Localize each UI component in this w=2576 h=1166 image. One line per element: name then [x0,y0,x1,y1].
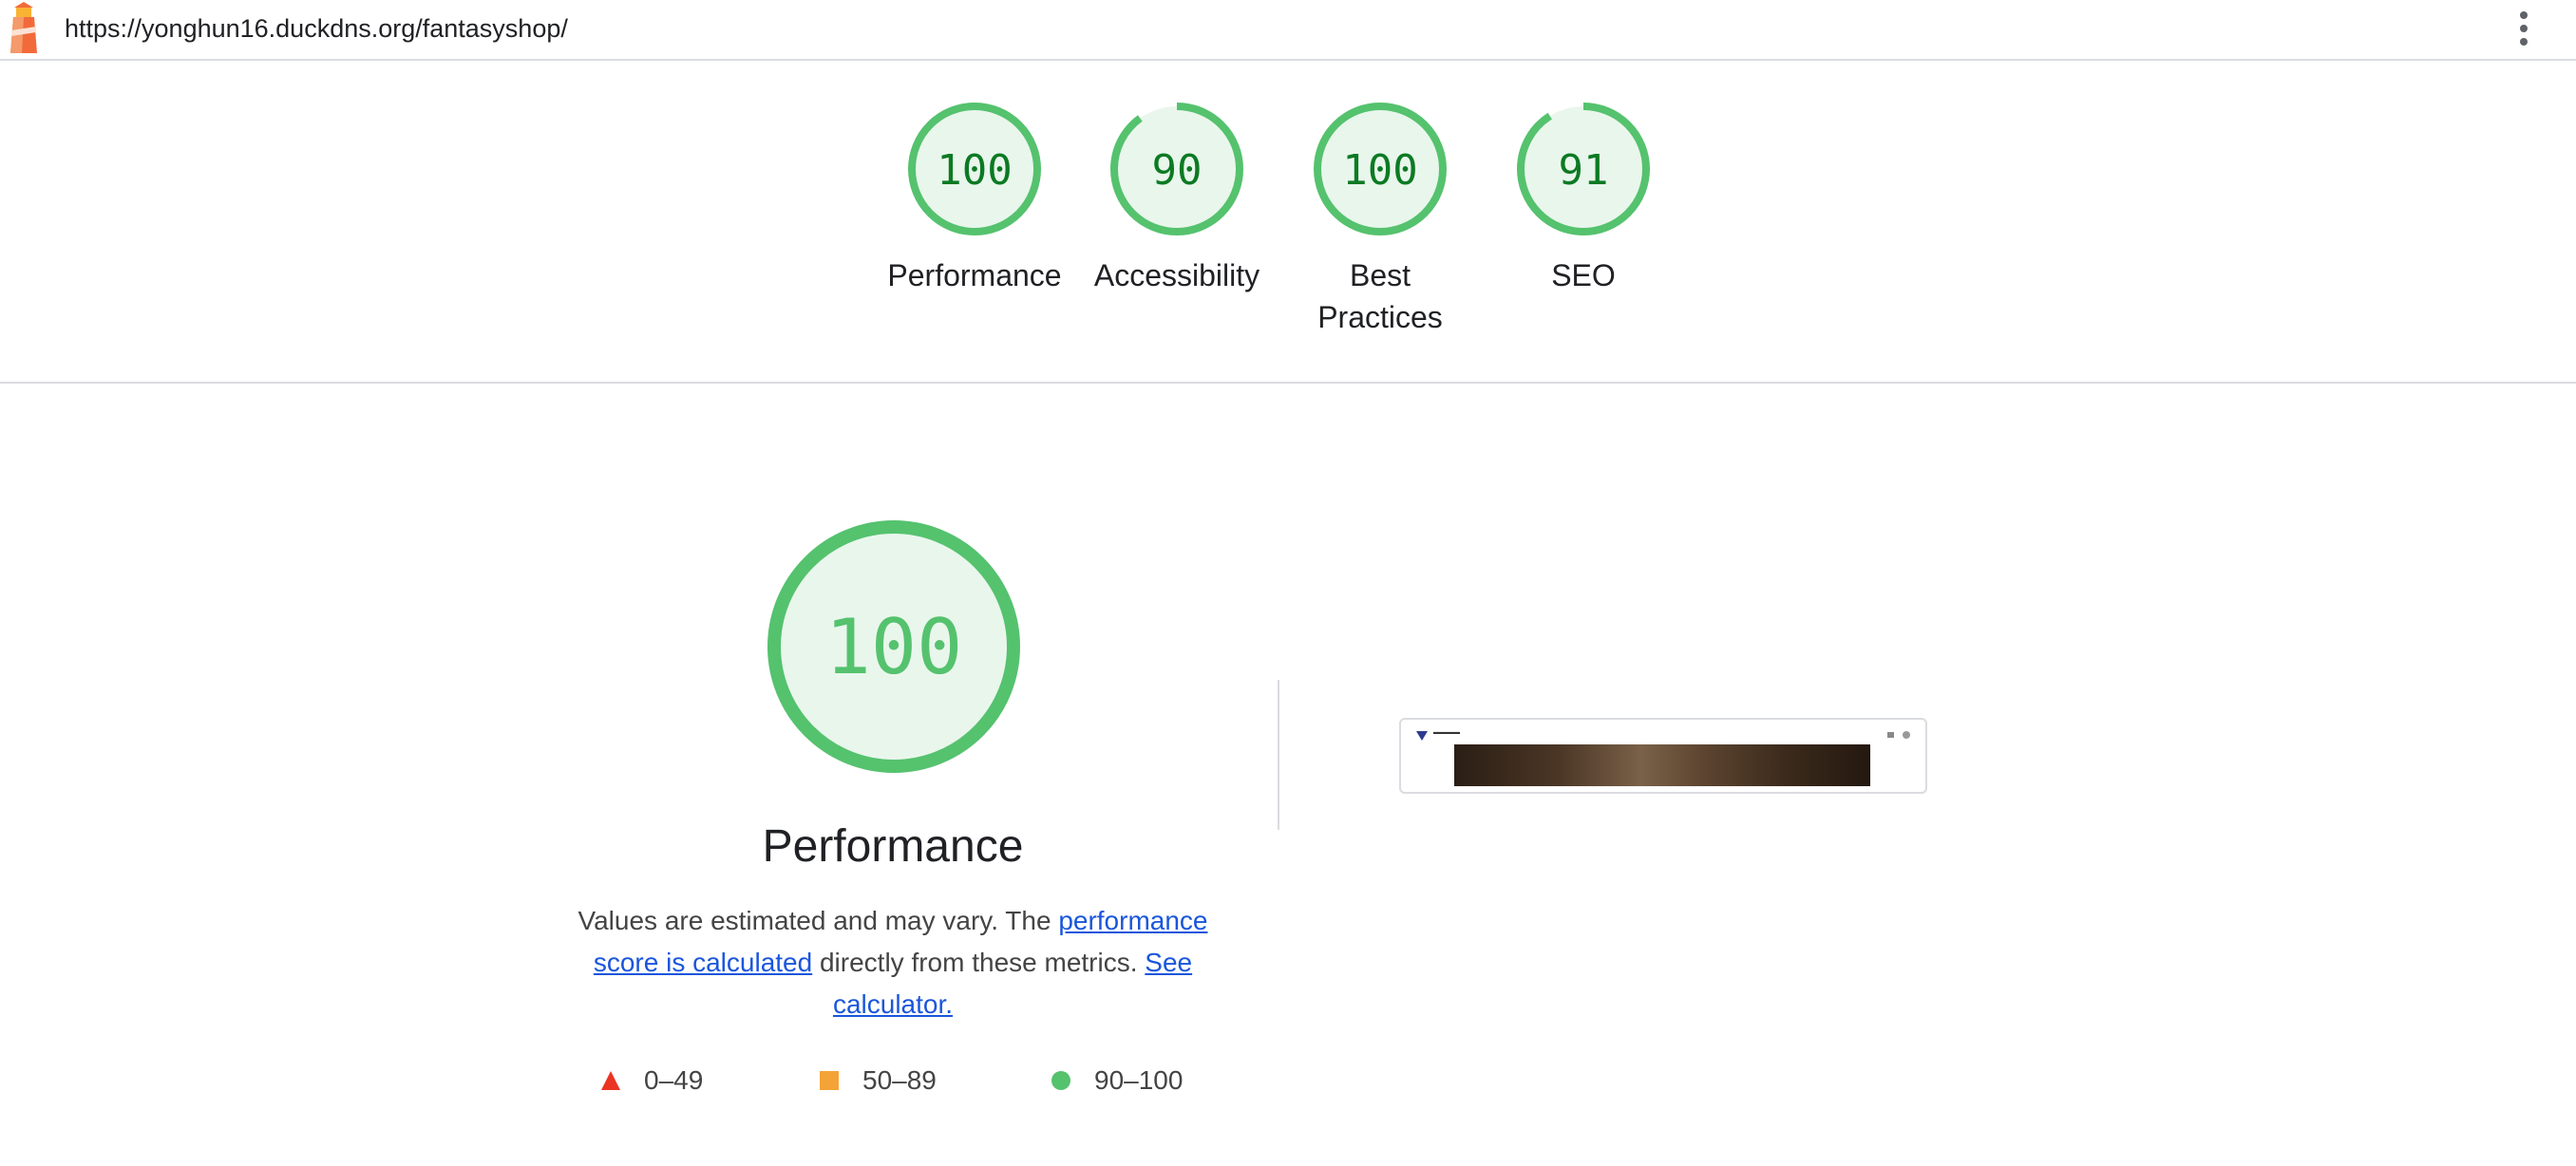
gauge-ring: 91 [1517,103,1650,235]
report-header: https://yonghun16.duckdns.org/fantasysho… [0,0,2576,61]
performance-gauge-large: 100 [767,520,1020,773]
legend-pass: 90–100 [1051,1062,1183,1100]
square-icon [820,1071,839,1090]
description-text: Values are estimated and may vary. The [578,906,1059,935]
gauge-label: SEO [1551,258,1616,292]
performance-description: Values are estimated and may vary. The p… [560,900,1225,1025]
gauge-label: Accessibility [1093,258,1260,292]
gauge-score: 90 [1152,146,1203,195]
section-divider [1278,680,1279,830]
gauge-performance[interactable]: 100 Performance [880,101,1070,296]
lighthouse-logo-icon [10,2,37,53]
legend-range: 0–49 [644,1065,704,1095]
gauge-best-practices[interactable]: 100 Best Practices [1285,101,1475,338]
legend-range: 90–100 [1094,1065,1184,1095]
gauge-ring: 100 [1314,103,1447,235]
performance-title: Performance [762,821,1024,872]
score-gauges: 100 Performance 90 Accessibility 100 Bes… [0,61,2576,384]
circle-icon [1051,1071,1070,1090]
page-url: https://yonghun16.duckdns.org/fantasysho… [65,14,568,43]
gauge-accessibility[interactable]: 90 Accessibility [1082,101,1272,296]
gauge-score: 100 [937,146,1012,195]
gauge-seo[interactable]: 91 SEO [1488,101,1678,296]
legend-range: 50–89 [862,1065,937,1095]
gauge-score: 91 [1559,146,1609,195]
legend-fail: 0–49 [600,1062,703,1100]
gauge-label: Best Practices [1317,258,1443,334]
gauge-score: 100 [1342,146,1417,195]
gauge-ring: 90 [1110,103,1243,235]
legend-average: 50–89 [819,1062,937,1100]
site-logo-icon [1416,731,1428,741]
more-options-icon[interactable] [2508,8,2540,49]
site-title-mini: ▬▬▬▬ [1433,729,1460,736]
gauge-label: Performance [887,258,1062,292]
gauge-ring: 100 [908,103,1041,235]
site-header-icons [1887,731,1910,739]
description-text: directly from these metrics. [812,948,1146,977]
page-screenshot-thumbnail[interactable]: ▬▬▬▬ [1399,718,1927,794]
performance-score: 100 [825,603,963,691]
triangle-icon [601,1071,620,1090]
site-banner-image [1454,744,1870,786]
